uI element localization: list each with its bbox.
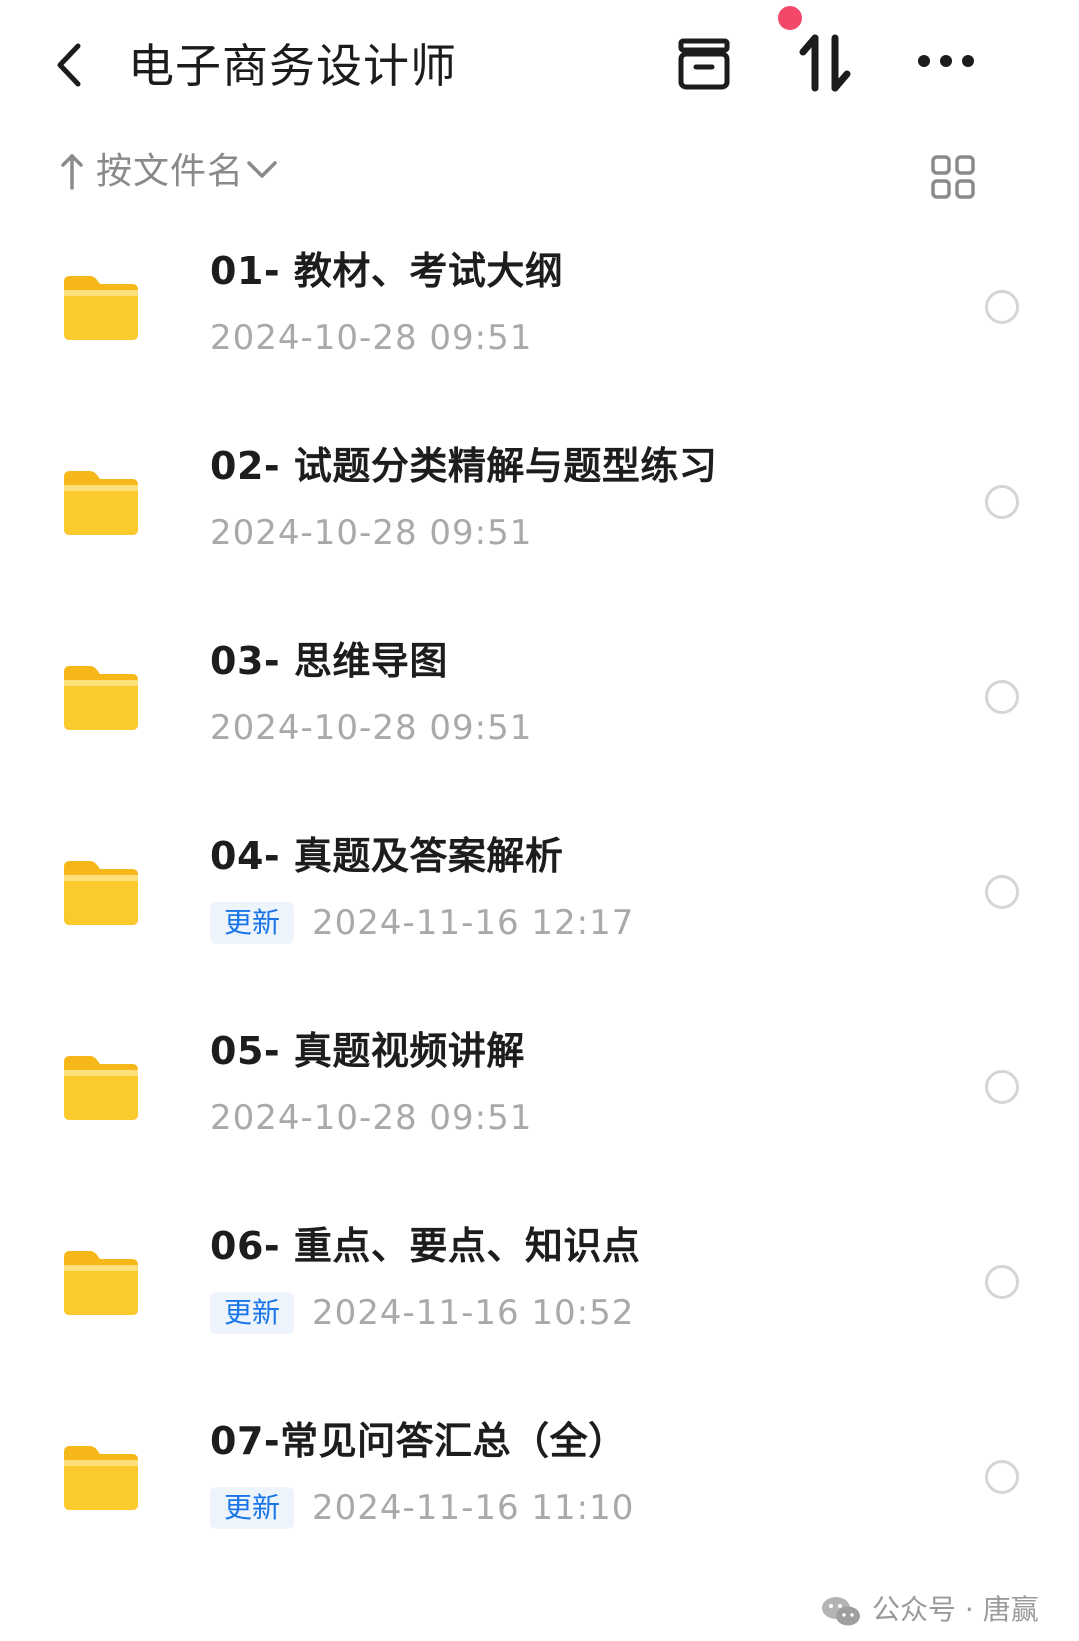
grid-view-icon	[931, 155, 975, 199]
select-radio[interactable]	[985, 1265, 1019, 1299]
folder-meta: 2024-10-28 09:51	[210, 1096, 532, 1146]
app-header: 电子商务设计师	[0, 0, 1079, 130]
select-radio[interactable]	[985, 680, 1019, 714]
wechat-icon	[822, 1597, 860, 1626]
folder-name: 03- 思维导图	[210, 639, 448, 683]
folder-icon	[64, 1251, 138, 1315]
more-button[interactable]	[916, 46, 976, 80]
select-radio[interactable]	[985, 485, 1019, 519]
select-radio[interactable]	[985, 875, 1019, 909]
folder-meta: 2024-10-28 09:51	[210, 511, 532, 561]
update-badge: 更新	[210, 902, 295, 944]
sort-bar: 按文件名	[0, 140, 1079, 210]
arrow-up-icon	[61, 154, 83, 190]
folder-icon	[64, 1056, 138, 1120]
folder-row[interactable]: 03- 思维导图 2024-10-28 09:51	[0, 600, 1079, 805]
folder-icon	[64, 276, 138, 340]
select-radio[interactable]	[985, 1070, 1019, 1104]
folder-date: 2024-11-16 12:17	[312, 903, 635, 943]
folder-row[interactable]: 01- 教材、考试大纲 2024-10-28 09:51	[0, 210, 1079, 415]
watermark-text: 公众号 · 唐赢	[872, 1593, 1039, 1626]
update-badge: 更新	[210, 1292, 295, 1334]
folder-row[interactable]: 04- 真题及答案解析 更新 2024-11-16 12:17	[0, 795, 1079, 1000]
folder-row[interactable]: 07-常见问答汇总（全） 更新 2024-11-16 11:10	[0, 1380, 1079, 1585]
select-radio[interactable]	[985, 290, 1019, 324]
update-badge: 更新	[210, 1487, 295, 1529]
folder-date: 2024-11-16 10:52	[312, 1293, 635, 1333]
folder-row[interactable]: 06- 重点、要点、知识点 更新 2024-11-16 10:52	[0, 1185, 1079, 1390]
folder-icon	[64, 471, 138, 535]
page-title: 电子商务设计师	[128, 39, 457, 93]
folder-name: 05- 真题视频讲解	[210, 1029, 525, 1073]
folder-meta: 更新 2024-11-16 12:17	[210, 901, 634, 951]
folder-meta: 更新 2024-11-16 10:52	[210, 1291, 634, 1341]
folder-icon	[64, 861, 138, 925]
archive-button[interactable]	[676, 36, 732, 96]
folder-date: 2024-10-28 09:51	[210, 708, 533, 748]
folder-name: 02- 试题分类精解与题型练习	[210, 444, 718, 488]
folder-date: 2024-10-28 09:51	[210, 1098, 533, 1138]
grid-view-button[interactable]	[930, 154, 976, 204]
folder-name: 07-常见问答汇总（全）	[210, 1419, 627, 1463]
sort-label: 按文件名	[96, 151, 245, 192]
folder-meta: 更新 2024-11-16 11:10	[210, 1486, 634, 1536]
more-icon	[918, 55, 974, 67]
folder-row[interactable]: 05- 真题视频讲解 2024-10-28 09:51	[0, 990, 1079, 1195]
folder-date: 2024-10-28 09:51	[210, 513, 533, 553]
folder-date: 2024-11-16 11:10	[312, 1488, 635, 1528]
sort-toggle-button[interactable]	[798, 34, 852, 96]
folder-icon	[64, 1446, 138, 1510]
chevron-left-icon	[57, 43, 81, 87]
folder-meta: 2024-10-28 09:51	[210, 316, 532, 366]
sort-selector[interactable]: 按文件名	[50, 140, 290, 210]
folder-date: 2024-10-28 09:51	[210, 318, 533, 358]
notification-dot	[778, 6, 802, 30]
archive-icon	[678, 38, 730, 90]
folder-meta: 2024-10-28 09:51	[210, 706, 532, 756]
folder-icon	[64, 666, 138, 730]
chevron-down-icon	[247, 161, 277, 178]
sort-arrows-icon	[799, 34, 851, 92]
folder-name: 06- 重点、要点、知识点	[210, 1224, 641, 1268]
folder-row[interactable]: 02- 试题分类精解与题型练习 2024-10-28 09:51	[0, 405, 1079, 610]
back-button[interactable]	[48, 40, 92, 90]
folder-name: 04- 真题及答案解析	[210, 834, 564, 878]
select-radio[interactable]	[985, 1460, 1019, 1494]
folder-name: 01- 教材、考试大纲	[210, 249, 564, 293]
